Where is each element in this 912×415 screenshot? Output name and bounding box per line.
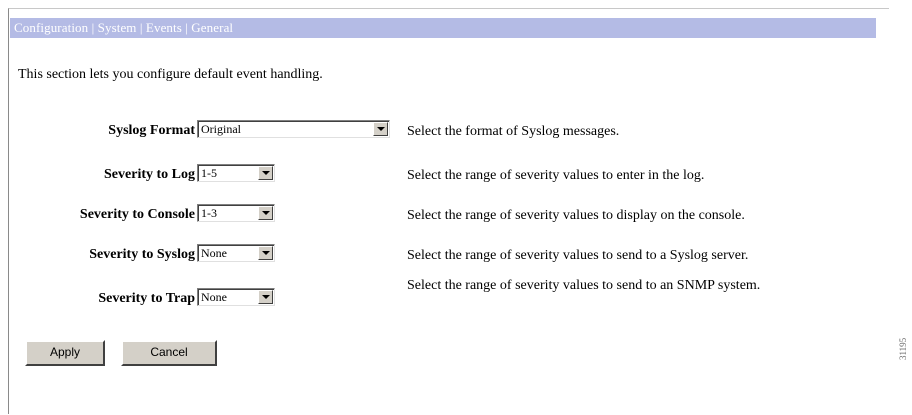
figure-code: 31195 bbox=[898, 337, 908, 360]
chevron-down-icon[interactable] bbox=[258, 206, 273, 220]
chevron-down-icon[interactable] bbox=[258, 246, 273, 260]
chevron-down-icon[interactable] bbox=[373, 122, 388, 136]
severity-trap-label: Severity to Trap bbox=[98, 291, 195, 306]
cancel-button[interactable]: Cancel bbox=[121, 340, 217, 366]
severity-console-label: Severity to Console bbox=[79, 207, 195, 222]
severity-log-value: 1-5 bbox=[201, 166, 217, 180]
apply-button[interactable]: Apply bbox=[25, 340, 105, 366]
severity-console-row: Severity to Console 1-3 Select the range… bbox=[0, 203, 912, 227]
severity-log-help: Select the range of severity values to e… bbox=[407, 168, 705, 183]
syslog-format-label: Syslog Format bbox=[108, 123, 195, 138]
severity-console-value: 1-3 bbox=[201, 206, 217, 220]
severity-trap-row: Severity to Trap None Select the range o… bbox=[0, 278, 912, 311]
syslog-format-select[interactable]: Original bbox=[197, 120, 390, 138]
chevron-down-icon[interactable] bbox=[258, 166, 273, 180]
severity-syslog-help: Select the range of severity values to s… bbox=[407, 248, 749, 263]
syslog-format-value: Original bbox=[201, 122, 241, 136]
severity-syslog-value: None bbox=[201, 246, 227, 260]
severity-log-select[interactable]: 1-5 bbox=[197, 164, 275, 182]
chevron-down-icon[interactable] bbox=[258, 290, 273, 304]
severity-log-row: Severity to Log 1-5 Select the range of … bbox=[0, 163, 912, 187]
severity-log-label: Severity to Log bbox=[104, 167, 195, 182]
breadcrumb: Configuration | System | Events | Genera… bbox=[14, 20, 234, 35]
intro-text: This section lets you configure default … bbox=[18, 67, 323, 82]
severity-syslog-row: Severity to Syslog None Select the range… bbox=[0, 243, 912, 267]
severity-syslog-select[interactable]: None bbox=[197, 244, 275, 262]
severity-syslog-label: Severity to Syslog bbox=[89, 247, 195, 262]
severity-trap-value: None bbox=[201, 290, 227, 304]
breadcrumb-bar: Configuration | System | Events | Genera… bbox=[10, 18, 876, 38]
severity-trap-help: Select the range of severity values to s… bbox=[407, 278, 761, 293]
severity-console-select[interactable]: 1-3 bbox=[197, 204, 275, 222]
severity-console-help: Select the range of severity values to d… bbox=[407, 208, 745, 223]
syslog-format-help: Select the format of Syslog messages. bbox=[407, 124, 620, 139]
syslog-format-row: Syslog Format Original Select the format… bbox=[0, 119, 912, 143]
severity-trap-select[interactable]: None bbox=[197, 288, 275, 306]
